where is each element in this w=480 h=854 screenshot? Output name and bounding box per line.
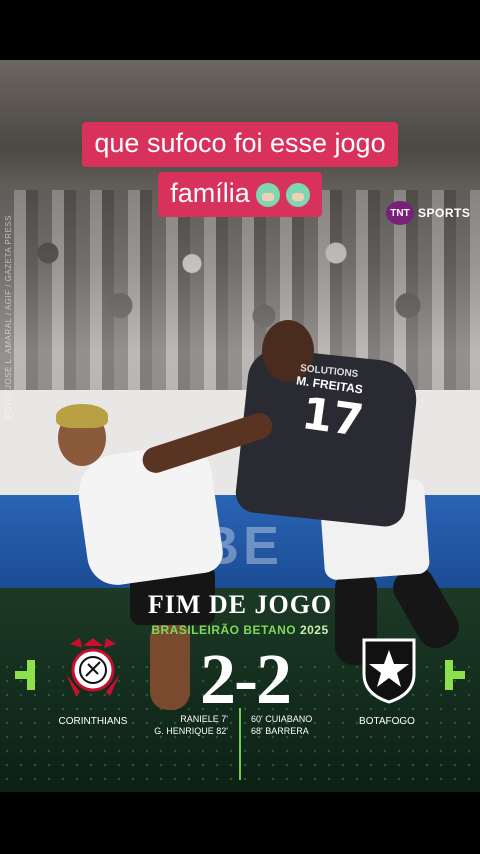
final-score: 2-2 [165,638,325,721]
top-black-bar [0,0,480,60]
away-team-name: BOTAFOGO [359,716,415,727]
emoji-face-icon [255,182,280,207]
emoji-face-icon [285,182,310,207]
botafogo-crest-icon [362,638,416,704]
away-scorer: 60' CUIABANO [251,714,313,724]
caption-pill-2: família [158,172,322,217]
score-separator: - [234,639,258,719]
home-scorer: G. HENRIQUE 82' [154,726,228,736]
shirt-number: 17 [298,387,367,448]
away-scorer: 68' BARRERA [251,726,309,736]
home-goals: 2 [200,639,236,719]
caption-line-1: que sufoco foi esse jogo [0,122,480,167]
caption-line-2: família [0,172,480,217]
competition-name: BRASILEIRÃO BETANO [151,623,297,637]
home-team-name: CORINTHIANS [58,716,128,727]
photo-credit: FOTO: JOSÉ L. AMARAL / AGIF / GAZETA PRE… [4,215,13,419]
bottom-black-bar [0,792,480,854]
corinthians-crest-icon [66,638,120,696]
player-left-hair [56,404,108,428]
away-goals: 2 [255,639,292,719]
home-scorer: RANIELE 7' [180,714,228,724]
home-scorers: RANIELE 7' G. HENRIQUE 82' [154,713,228,737]
competition-year: 2025 [299,623,329,637]
result-title: FIM DE JOGO [147,590,333,619]
nav-right-icon [445,660,465,690]
scorers-divider [239,708,241,780]
away-scorers: 60' CUIABANO 68' BARRERA [251,713,312,737]
caption-text-2: família [170,178,250,208]
nav-left-icon [15,660,35,690]
caption-text-1: que sufoco foi esse jogo [82,122,398,167]
